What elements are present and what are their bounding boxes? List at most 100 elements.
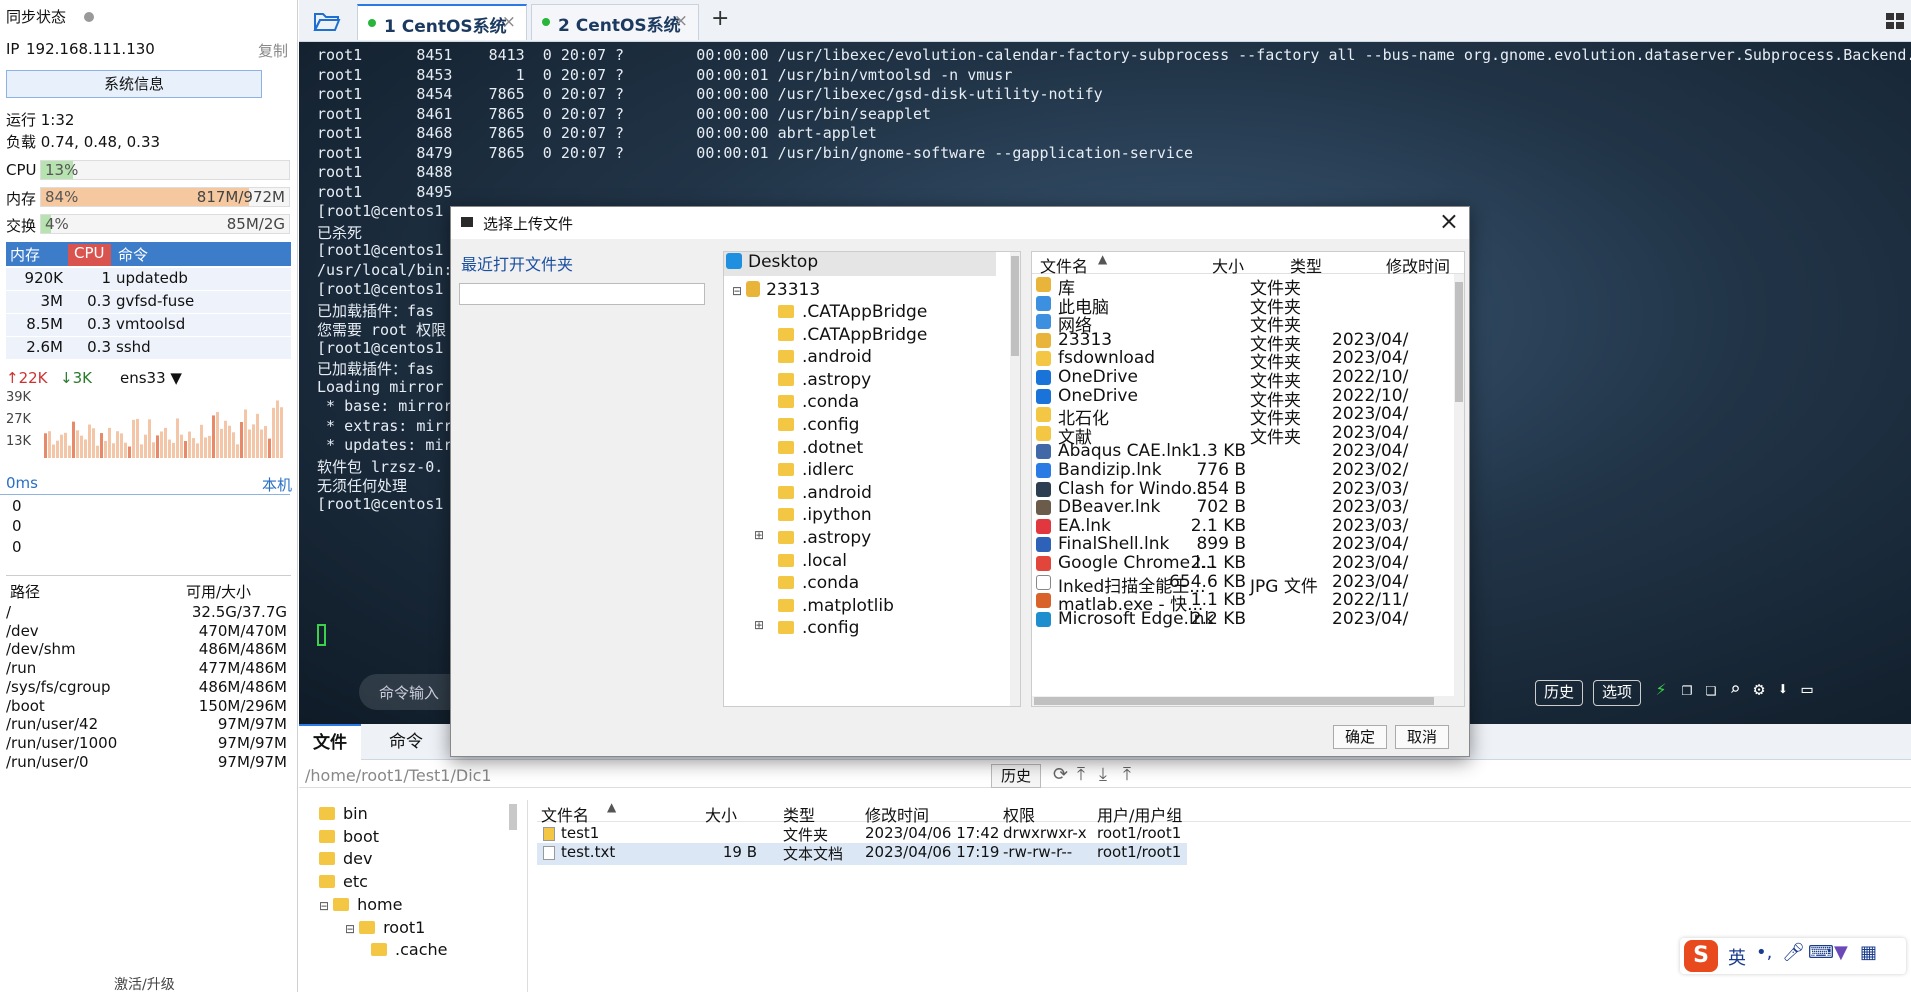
scrollbar-thumb[interactable] — [1011, 256, 1019, 356]
file-mtime: 2023/04/ — [1332, 441, 1409, 462]
gear-icon[interactable]: ⚙ — [1749, 680, 1769, 700]
cancel-button[interactable]: 取消 — [1395, 725, 1449, 749]
col-size[interactable]: 大小 — [705, 802, 737, 826]
dir-tree-item[interactable]: bin — [319, 804, 368, 823]
tab-bar: 1 CentOS系统 × 2 CentOS系统 × + — [299, 0, 1911, 42]
fs-path: /dev/shm — [6, 640, 76, 659]
search-icon[interactable]: ⌕ — [1725, 680, 1745, 700]
sogou-logo-icon[interactable]: S — [1684, 940, 1718, 972]
ok-button[interactable]: 确定 — [1333, 725, 1387, 749]
file-row[interactable]: test.txt 19 B 文本文档 2023/04/06 17:19 -rw-rw-r… — [537, 843, 1187, 865]
expand-icon[interactable]: ⊞ — [754, 528, 764, 542]
tree-item[interactable]: .astropy — [764, 370, 871, 390]
close-icon[interactable]: × — [502, 12, 516, 32]
tree-item[interactable]: ⊞ .config — [754, 618, 859, 638]
copy-icon[interactable]: ❐ — [1677, 680, 1697, 700]
tree-item[interactable]: .ipython — [764, 505, 872, 525]
skin-icon[interactable]: ▼ — [1834, 942, 1848, 963]
tab-session-1[interactable]: 1 CentOS系统 × — [357, 4, 527, 40]
dir-tree-item[interactable]: ⊟ home — [319, 895, 402, 914]
tab-files[interactable]: 文件 — [299, 724, 361, 760]
recent-folders-label: 最近打开文件夹 — [461, 255, 574, 274]
tab-commands[interactable]: 命令 — [375, 724, 437, 760]
net-interface-select[interactable]: ens33 ▼ — [120, 369, 182, 387]
col-permissions[interactable]: 权限 — [1003, 802, 1035, 826]
upload-icon[interactable]: ⤒ — [1123, 764, 1131, 785]
path-input[interactable]: /home/root1/Test1/Dic1 — [305, 766, 492, 785]
tree-item[interactable]: .CATAppBridge — [764, 325, 927, 345]
dir-tree-item[interactable]: etc — [319, 872, 368, 891]
tree-item[interactable]: .android — [764, 347, 872, 367]
microphone-icon[interactable]: 🎤︎ — [1782, 942, 1805, 963]
tab-session-2[interactable]: 2 CentOS系统 × — [531, 4, 699, 40]
punctuation-icon[interactable]: •, — [1756, 942, 1772, 963]
col-type[interactable]: 类型 — [783, 802, 815, 826]
refresh-icon[interactable]: ⟳ — [1053, 764, 1068, 785]
dir-tree-item[interactable]: .cache — [371, 940, 447, 959]
tree-item-desktop[interactable]: Desktop — [724, 252, 996, 276]
history-button[interactable]: 历史 — [1535, 680, 1583, 706]
user-folder-icon — [746, 281, 761, 297]
traffic-bar — [248, 429, 251, 458]
tree-item[interactable]: .CATAppBridge — [764, 302, 927, 322]
recent-folders-input[interactable] — [459, 283, 705, 305]
ime-language[interactable]: 英 — [1728, 944, 1746, 970]
tree-item[interactable]: .android — [764, 483, 872, 503]
window-icon — [461, 217, 473, 227]
col-mem[interactable]: 内存 — [10, 244, 40, 265]
folder-icon — [319, 807, 335, 820]
dir-tree-item[interactable]: dev — [319, 849, 372, 868]
col-mtime[interactable]: 修改时间 — [865, 802, 929, 826]
col-owner[interactable]: 用户/用户组 — [1097, 802, 1182, 826]
window-icon[interactable]: ▭ — [1797, 680, 1817, 700]
close-icon[interactable]: × — [1439, 207, 1459, 235]
file-size: 702 B — [1196, 497, 1246, 518]
download-icon[interactable]: ⤓ — [1099, 764, 1107, 785]
tree-item[interactable]: .conda — [764, 573, 859, 593]
tree-item[interactable]: .config — [764, 415, 859, 435]
system-info-button[interactable]: 系统信息 — [6, 70, 262, 98]
close-icon[interactable]: × — [674, 11, 688, 31]
col-filename[interactable]: 文件名 — [541, 802, 589, 826]
col-path[interactable]: 路径 — [10, 581, 40, 602]
dir-tree-item[interactable]: boot — [319, 827, 379, 846]
download-icon[interactable]: ⬇ — [1773, 680, 1793, 700]
folder-tree: Desktop ⊟ 23313 .CATAppBridge .CATAppBridg… — [723, 251, 1021, 707]
file-name: Abaqus CAE.lnk — [1058, 441, 1192, 462]
scrollbar-thumb[interactable] — [1455, 282, 1463, 402]
traffic-bar — [104, 440, 107, 458]
add-tab-icon[interactable]: + — [711, 6, 729, 31]
dir-tree-item[interactable]: ⊟ root1 — [345, 918, 425, 937]
expand-icon[interactable]: ⊞ — [754, 618, 764, 632]
copy-ip-link[interactable]: 复制 — [258, 40, 288, 61]
col-cpu[interactable]: CPU — [68, 244, 111, 266]
options-button[interactable]: 选项 — [1593, 680, 1641, 706]
collapse-icon[interactable]: ⊟ — [319, 899, 329, 913]
layout-grid-icon[interactable] — [1885, 12, 1905, 30]
paste-icon[interactable]: ❏ — [1701, 680, 1721, 700]
collapse-icon[interactable]: ⊟ — [732, 284, 742, 298]
tree-item-user[interactable]: ⊟ 23313 — [732, 280, 820, 300]
file-mtime: 2023/04/ — [1332, 404, 1409, 425]
keyboard-icon[interactable]: ⌨ — [1808, 942, 1834, 963]
collapse-icon[interactable]: ⊟ — [345, 922, 355, 936]
file-row[interactable]: Microsoft Edge.lnk 2.2 KB 2023/04/ — [1032, 609, 1464, 631]
col-size[interactable]: 可用/大小 — [186, 581, 251, 602]
toolbox-icon[interactable]: ▦ — [1860, 942, 1877, 963]
col-command[interactable]: 命令 — [118, 244, 148, 265]
horizontal-scrollbar-thumb[interactable] — [1034, 697, 1434, 705]
traffic-bar — [116, 431, 119, 458]
tree-item[interactable]: .idlerc — [764, 460, 854, 480]
lightning-icon[interactable]: ⚡ — [1651, 680, 1671, 700]
activate-upgrade-link[interactable]: 激活/升级 — [114, 974, 175, 994]
tree-item[interactable]: .local — [764, 551, 847, 571]
parent-dir-icon[interactable]: ⤒ — [1077, 764, 1085, 785]
command-input-placeholder[interactable]: 命令输入 — [379, 682, 439, 703]
tree-item[interactable]: .conda — [764, 392, 859, 412]
tree-item[interactable]: .matplotlib — [764, 596, 894, 616]
traffic-bar — [240, 422, 243, 458]
path-history-button[interactable]: 历史 — [991, 764, 1041, 788]
tree-item[interactable]: .dotnet — [764, 438, 863, 458]
folder-open-icon[interactable] — [313, 10, 341, 32]
tree-item[interactable]: ⊞ .astropy — [754, 528, 871, 548]
